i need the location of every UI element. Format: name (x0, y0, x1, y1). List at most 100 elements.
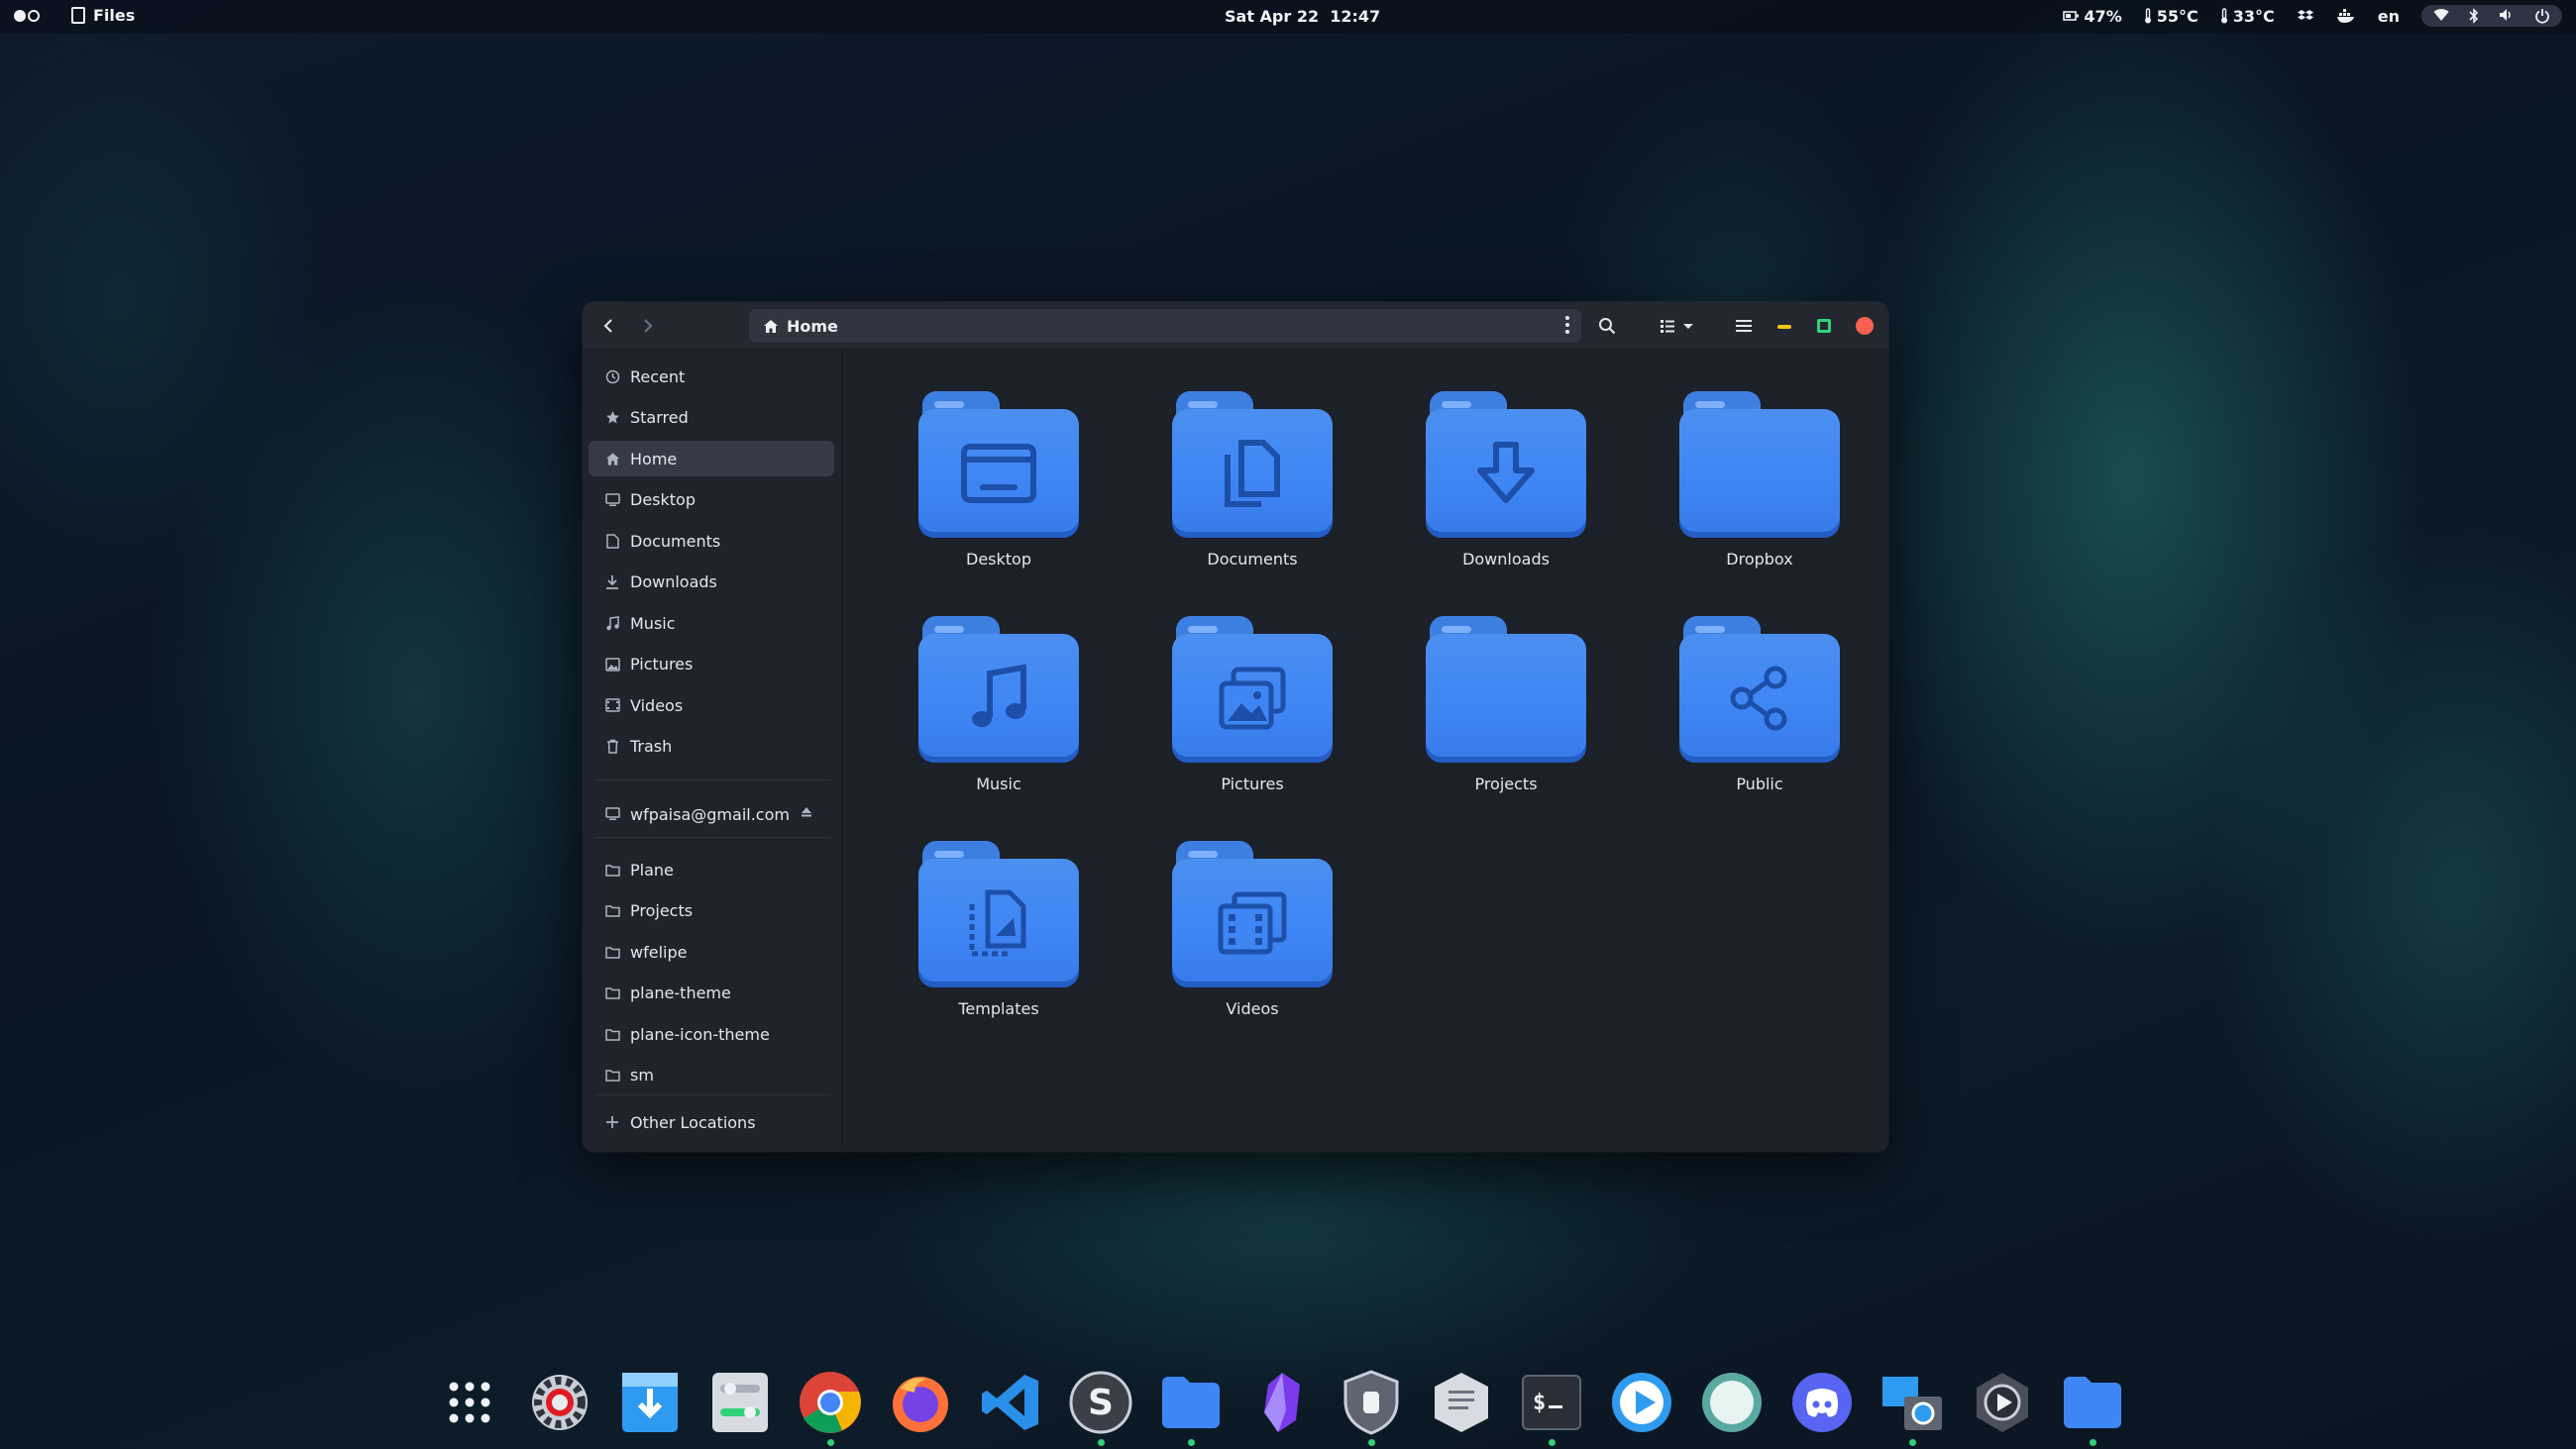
sidebar-separator (594, 779, 830, 780)
system-tray: 47% 55°C 33°C en (2063, 5, 2562, 27)
dock-terminal[interactable]: $ (1518, 1369, 1585, 1446)
folder-icon (604, 944, 620, 960)
sidebar-item-label: Desktop (630, 490, 696, 509)
folder-desktop[interactable]: Desktop (890, 383, 1108, 591)
folder-templates[interactable]: Templates (890, 833, 1108, 1041)
sidebar-item-account[interactable]: wfpaisa@gmail.com (589, 796, 834, 832)
folder-icon (604, 862, 620, 878)
folder-pictures[interactable]: Pictures (1143, 608, 1361, 816)
sidebar-bookmark-plane[interactable]: Plane (589, 852, 834, 887)
sidebar-item-starred[interactable]: Starred (589, 400, 834, 436)
settings-icon (528, 1371, 591, 1434)
sidebar-item-other-locations[interactable]: Other Locations (589, 1104, 834, 1140)
folder-documents[interactable]: Documents (1143, 383, 1361, 591)
dock-vscode[interactable] (977, 1369, 1044, 1436)
folder-videos[interactable]: Videos (1143, 833, 1361, 1041)
sidebar-item-pictures[interactable]: Pictures (589, 647, 834, 682)
search-button[interactable] (1591, 310, 1623, 342)
sidebar-bookmark-plane-icon-theme[interactable]: plane-icon-theme (589, 1016, 834, 1052)
dock-discord[interactable] (1788, 1369, 1856, 1436)
folder-icon (604, 1068, 620, 1084)
desktop-folder-icon (918, 391, 1079, 540)
dock-disk-usage[interactable] (1698, 1369, 1766, 1436)
dock-obsidian[interactable] (1247, 1369, 1315, 1436)
sidebar-bookmark-wfelipe[interactable]: wfelipe (589, 934, 834, 970)
vscode-icon (979, 1371, 1042, 1434)
sidebar-item-label: Music (630, 613, 676, 633)
top-bar: Files Sat Apr 22 12:47 47% 55°C 33°C en (0, 0, 2576, 34)
sidebar-item-label: Pictures (630, 655, 694, 673)
desktop-icon (604, 492, 620, 508)
dock-video-player[interactable] (1969, 1369, 2036, 1436)
sidebar-item-downloads[interactable]: Downloads (589, 565, 834, 600)
dock-files[interactable] (1157, 1369, 1225, 1446)
sidebar-item-home[interactable]: Home (589, 441, 834, 476)
sidebar-bookmark-sm[interactable]: sm (589, 1058, 834, 1093)
eject-icon[interactable] (801, 806, 812, 820)
dock-software-installer[interactable] (616, 1369, 684, 1436)
folder-label: Dropbox (1726, 550, 1793, 569)
download-icon (604, 574, 620, 590)
folder-music[interactable]: Music (890, 608, 1108, 816)
dock-app-grid[interactable] (436, 1369, 503, 1436)
dock-firefox[interactable] (887, 1369, 954, 1436)
back-button[interactable] (592, 310, 624, 342)
dock-vpn-shield[interactable] (1338, 1369, 1405, 1446)
main-menu-button[interactable] (1728, 310, 1760, 342)
folder-label: Music (976, 775, 1021, 793)
sidebar-item-music[interactable]: Music (589, 605, 834, 641)
sidebar-item-desktop[interactable]: Desktop (589, 482, 834, 518)
dropbox-icon (2297, 10, 2313, 20)
sidebar-separator (594, 1094, 830, 1095)
search-icon (1599, 318, 1616, 335)
dock-settings[interactable] (526, 1369, 593, 1436)
video-icon (604, 697, 620, 713)
chevron-right-icon (644, 319, 653, 333)
activities-dot-icon (14, 10, 26, 22)
public-folder-icon (1679, 616, 1840, 765)
cpu-temp-indicator[interactable]: 55°C (2144, 7, 2199, 26)
dock-tweaks[interactable] (706, 1369, 774, 1436)
sidebar-item-label: Trash (630, 737, 673, 756)
activities-button[interactable] (14, 10, 40, 22)
dock-sublime[interactable]: S (1067, 1369, 1134, 1446)
sidebar-item-trash[interactable]: Trash (589, 729, 834, 765)
path-current[interactable]: Home (787, 317, 838, 336)
clock[interactable]: Sat Apr 22 12:47 (1225, 7, 1380, 26)
forward-button[interactable] (632, 310, 664, 342)
dropbox-tray[interactable] (2297, 9, 2314, 23)
dock-text-editor[interactable] (1428, 1369, 1495, 1436)
battery-indicator[interactable]: 47% (2063, 7, 2122, 26)
picture-icon (604, 657, 620, 673)
sidebar-item-label: sm (630, 1066, 654, 1085)
sidebar-bookmark-projects[interactable]: Projects (589, 893, 834, 929)
folder-downloads[interactable]: Downloads (1397, 383, 1615, 591)
view-options-button[interactable] (1655, 310, 1704, 342)
folder-projects[interactable]: Projects (1397, 608, 1615, 816)
dock-screenshot[interactable] (1878, 1369, 1946, 1446)
gpu-temp-indicator[interactable]: 33°C (2220, 7, 2275, 26)
folder-dropbox[interactable]: Dropbox (1651, 383, 1869, 591)
app-menu[interactable]: Files (71, 6, 135, 25)
pictures-folder-icon (1172, 616, 1333, 765)
keyboard-layout[interactable]: en (2378, 7, 2400, 26)
sidebar-item-label: Videos (630, 695, 684, 715)
dock-media-player[interactable] (1608, 1369, 1675, 1436)
path-menu-button[interactable] (1565, 316, 1569, 334)
dock-chrome[interactable] (797, 1369, 864, 1446)
system-menu[interactable] (2421, 5, 2562, 27)
maximize-button[interactable] (1817, 319, 1831, 333)
files-icon (1160, 1375, 1222, 1430)
folder-public[interactable]: Public (1651, 608, 1869, 816)
path-bar[interactable]: Home (749, 309, 1581, 343)
sidebar-item-recent[interactable]: Recent (589, 359, 834, 394)
sidebar-bookmark-plane-theme[interactable]: plane-theme (589, 976, 834, 1011)
close-button[interactable] (1856, 317, 1874, 335)
sidebar-item-videos[interactable]: Videos (589, 687, 834, 723)
screenshot-icon (1880, 1371, 1944, 1434)
minimize-button[interactable] (1777, 325, 1791, 329)
sidebar-item-documents[interactable]: Documents (589, 523, 834, 559)
dock-folder-app[interactable] (2059, 1369, 2126, 1446)
thermometer-icon (2220, 8, 2227, 24)
docker-tray[interactable] (2336, 9, 2356, 23)
